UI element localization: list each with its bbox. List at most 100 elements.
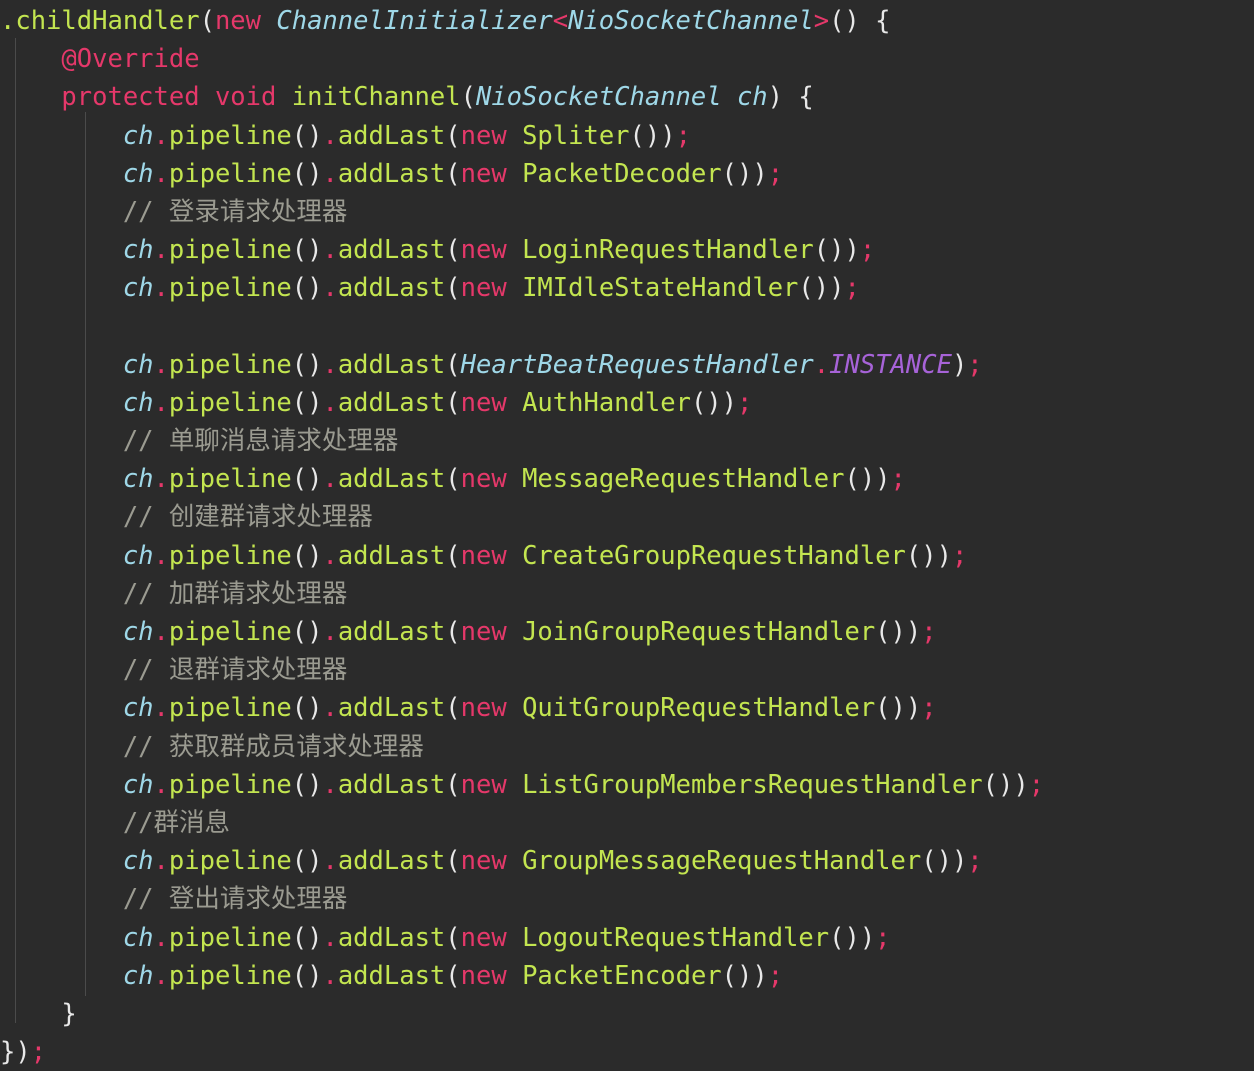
code-line[interactable]: ch.pipeline().addLast(new PacketDecoder(…	[0, 155, 1254, 193]
code-token: 退群请求处理器	[168, 655, 348, 686]
code-line[interactable]: ch.pipeline().addLast(HeartBeatRequestHa…	[0, 346, 1254, 384]
code-token: () {	[829, 6, 891, 36]
code-line[interactable]: // 登录请求处理器	[0, 193, 1254, 231]
code-token: (	[199, 6, 215, 36]
code-token: .	[813, 349, 830, 380]
code-token: NioSocketChannel ch	[475, 82, 768, 113]
code-line[interactable]: // 获取群成员请求处理器	[0, 728, 1254, 766]
code-token: new	[460, 617, 523, 647]
code-line[interactable]: //群消息	[0, 804, 1254, 842]
code-token: ())	[798, 273, 845, 304]
code-token: ()	[291, 387, 323, 418]
code-token: .	[153, 235, 169, 266]
code-token: pipeline	[168, 387, 292, 418]
code-token: .	[322, 387, 338, 418]
code-token: LoginRequestHandler	[522, 235, 814, 266]
code-line[interactable]: .childHandler(new ChannelInitializer<Nio…	[0, 2, 1254, 40]
code-token: pipeline	[168, 464, 292, 495]
code-line[interactable]: ch.pipeline().addLast(new Spliter());	[0, 117, 1254, 155]
code-token: //	[122, 578, 169, 609]
code-line[interactable]: @Override	[0, 40, 1254, 78]
code-token: ;	[675, 120, 691, 151]
code-token: (	[445, 464, 461, 495]
code-line[interactable]: ch.pipeline().addLast(new ListGroupMembe…	[0, 766, 1254, 804]
code-token: ChannelInitializer	[276, 6, 553, 36]
code-token: (	[445, 617, 461, 647]
code-token: addLast	[337, 273, 446, 304]
code-token: addLast	[337, 349, 446, 380]
code-line[interactable]: // 登出请求处理器	[0, 880, 1254, 918]
code-token: //	[122, 426, 169, 457]
code-line[interactable]: // 单聊消息请求处理器	[0, 422, 1254, 460]
code-token: ch	[122, 349, 154, 380]
code-token: pipeline	[168, 120, 292, 151]
code-token: new	[460, 922, 523, 953]
code-token: 单聊消息请求处理器	[168, 426, 399, 457]
code-line[interactable]: ch.pipeline().addLast(new CreateGroupReq…	[0, 537, 1254, 575]
code-token: new	[460, 846, 523, 877]
code-token: new	[460, 464, 523, 495]
code-token: initChannel	[291, 82, 461, 113]
code-token: (	[460, 82, 476, 113]
code-line[interactable]	[0, 308, 1254, 346]
code-token: (	[445, 846, 461, 877]
code-line[interactable]: ch.pipeline().addLast(new IMIdleStateHan…	[0, 269, 1254, 307]
code-token: ch	[122, 693, 154, 724]
code-token: ;	[967, 846, 983, 877]
code-token: .	[153, 693, 169, 724]
code-token: IMIdleStateHandler	[522, 273, 799, 304]
code-line[interactable]: ch.pipeline().addLast(new GroupMessageRe…	[0, 842, 1254, 880]
code-token: //	[122, 731, 169, 762]
code-token: .	[322, 464, 338, 495]
code-line[interactable]: protected void initChannel(NioSocketChan…	[0, 78, 1254, 116]
code-line[interactable]: // 退群请求处理器	[0, 651, 1254, 689]
code-token: ;	[767, 960, 784, 991]
code-token: pipeline	[168, 349, 292, 380]
code-editor-viewport[interactable]: .childHandler(new ChannelInitializer<Nio…	[0, 0, 1254, 1067]
code-token: ch	[122, 846, 154, 877]
code-token: 获取群成员请求处理器	[168, 731, 424, 762]
code-token: .	[153, 540, 169, 571]
code-token: (	[445, 693, 461, 724]
code-line[interactable]: ch.pipeline().addLast(new LoginRequestHa…	[0, 231, 1254, 269]
code-token: addLast	[337, 120, 446, 151]
code-token: QuitGroupRequestHandler	[522, 693, 876, 724]
code-line[interactable]: ch.pipeline().addLast(new PacketEncoder(…	[0, 957, 1254, 995]
code-token: ()	[291, 235, 323, 266]
code-token: addLast	[337, 387, 446, 418]
code-token: }	[0, 998, 77, 1029]
code-line[interactable]: }	[0, 995, 1254, 1033]
code-token: .	[322, 960, 338, 991]
code-line[interactable]: ch.pipeline().addLast(new AuthHandler())…	[0, 384, 1254, 422]
code-line[interactable]: ch.pipeline().addLast(new QuitGroupReque…	[0, 689, 1254, 727]
code-token: ()	[291, 540, 323, 571]
code-token: .	[322, 120, 338, 151]
code-token: AuthHandler	[522, 387, 691, 418]
code-token: (	[445, 387, 461, 418]
source-code-block[interactable]: .childHandler(new ChannelInitializer<Nio…	[0, 2, 1254, 1071]
code-line[interactable]: // 加群请求处理器	[0, 575, 1254, 613]
code-line[interactable]: ch.pipeline().addLast(new JoinGroupReque…	[0, 613, 1254, 651]
code-token: pipeline	[168, 960, 292, 991]
code-token: 登出请求处理器	[168, 884, 348, 915]
code-token: //	[122, 807, 154, 838]
code-line[interactable]: // 创建群请求处理器	[0, 498, 1254, 536]
code-token: LogoutRequestHandler	[522, 922, 830, 953]
code-line[interactable]: ch.pipeline().addLast(new MessageRequest…	[0, 460, 1254, 498]
code-token: (	[445, 273, 461, 304]
code-token: ;	[890, 464, 906, 495]
code-token: .	[322, 846, 338, 877]
code-token: .	[153, 158, 169, 189]
code-token: ch	[122, 158, 154, 189]
code-line[interactable]: });	[0, 1033, 1254, 1071]
code-line[interactable]: ch.pipeline().addLast(new LogoutRequestH…	[0, 919, 1254, 957]
code-token: addLast	[337, 617, 446, 647]
